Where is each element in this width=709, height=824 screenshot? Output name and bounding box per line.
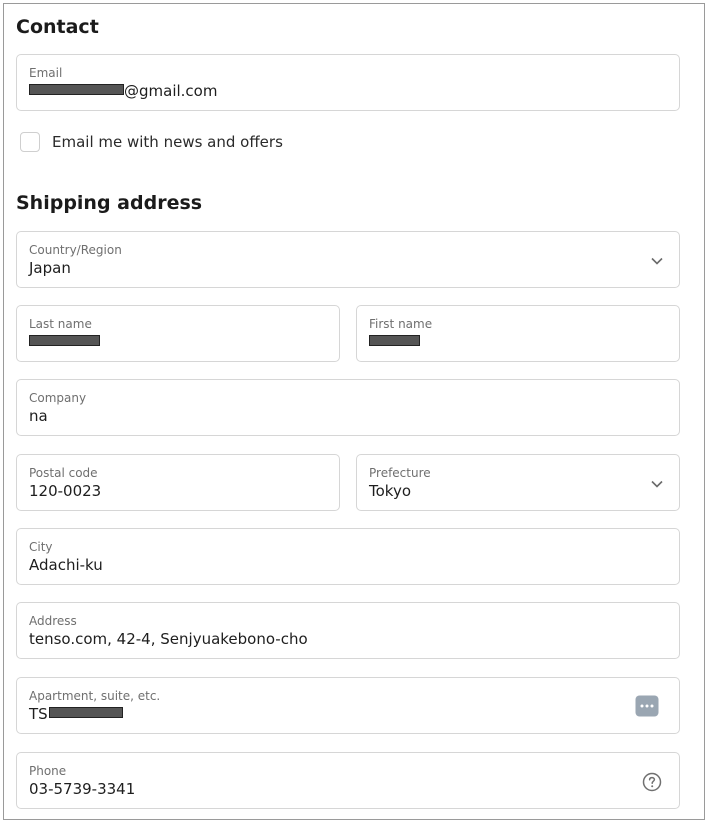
prefecture-label: Prefecture	[369, 466, 431, 480]
city-value: Adachi-ku	[29, 556, 103, 574]
last-name-label: Last name	[29, 317, 92, 331]
chevron-down-icon	[651, 257, 663, 265]
email-value: @gmail.com	[29, 82, 217, 100]
newsletter-checkbox[interactable]	[20, 132, 40, 152]
redacted-block	[29, 335, 100, 346]
shipping-heading: Shipping address	[16, 192, 203, 214]
apartment-field[interactable]: Apartment, suite, etc. TS	[16, 677, 680, 734]
redacted-block	[48, 707, 123, 718]
city-label: City	[29, 540, 53, 554]
prefecture-select[interactable]: Prefecture Tokyo	[356, 454, 680, 511]
phone-field[interactable]: Phone 03-5739-3341	[16, 752, 680, 809]
address-field[interactable]: Address tenso.com, 42-4, Senjyuakebono-c…	[16, 602, 680, 659]
country-select[interactable]: Country/Region Japan	[16, 231, 680, 288]
first-name-field[interactable]: First name	[356, 305, 680, 362]
apartment-value: TS	[29, 705, 123, 723]
checkout-form: Contact Email @gmail.com Email me with n…	[3, 3, 705, 820]
first-name-label: First name	[369, 317, 433, 331]
newsletter-label[interactable]: Email me with news and offers	[52, 133, 283, 151]
contact-heading: Contact	[16, 16, 99, 38]
question-circle-icon[interactable]	[642, 772, 662, 792]
address-value: tenso.com, 42-4, Senjyuakebono-cho	[29, 630, 308, 648]
phone-label: Phone	[29, 764, 67, 778]
last-name-value	[29, 333, 100, 351]
company-field[interactable]: Company na	[16, 379, 680, 436]
city-field[interactable]: City Adachi-ku	[16, 528, 680, 585]
redacted-block	[29, 84, 124, 95]
phone-value: 03-5739-3341	[29, 780, 136, 798]
address-label: Address	[29, 614, 77, 628]
autofill-dots-icon[interactable]	[635, 695, 659, 717]
redacted-block	[369, 335, 420, 346]
postal-code-label: Postal code	[29, 466, 98, 480]
company-label: Company	[29, 391, 87, 405]
prefecture-value: Tokyo	[369, 482, 411, 500]
postal-code-value: 120-0023	[29, 482, 102, 500]
apartment-label: Apartment, suite, etc.	[29, 689, 161, 703]
email-field[interactable]: Email @gmail.com	[16, 54, 680, 111]
email-label: Email	[29, 66, 63, 80]
first-name-value	[369, 333, 420, 351]
chevron-down-icon	[651, 480, 663, 488]
last-name-field[interactable]: Last name	[16, 305, 340, 362]
country-value: Japan	[29, 259, 71, 277]
company-value: na	[29, 407, 48, 425]
country-label: Country/Region	[29, 243, 122, 257]
postal-code-field[interactable]: Postal code 120-0023	[16, 454, 340, 511]
